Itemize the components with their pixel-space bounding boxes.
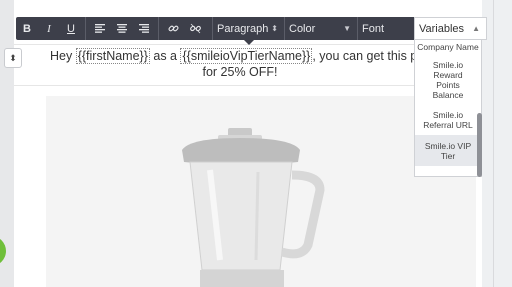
paragraph-select[interactable]: Paragraph ⬍ — [212, 17, 284, 40]
first-name-variable[interactable]: {{firstName}} — [75, 48, 150, 64]
align-right-icon — [139, 24, 149, 33]
bold-button[interactable]: B — [16, 17, 38, 40]
toolbar-divider — [85, 17, 86, 40]
vip-tier-variable[interactable]: {{smileioVipTierName}} — [180, 48, 313, 64]
paragraph-label: Paragraph — [217, 22, 269, 35]
drag-handle-icon[interactable]: ⬍ — [4, 48, 22, 68]
font-label: Font — [362, 22, 385, 35]
variables-scrollbar[interactable] — [477, 113, 482, 177]
chevron-down-icon: ▼ — [343, 24, 351, 33]
toolbar-divider — [158, 17, 159, 40]
align-center-icon — [117, 24, 127, 33]
toolbar-pointer — [244, 40, 254, 45]
text-line-2[interactable]: for 25% OFF! — [50, 65, 430, 79]
align-center-button[interactable] — [111, 17, 133, 40]
align-left-icon — [95, 24, 105, 33]
variables-label: Variables — [419, 22, 465, 35]
unlink-button[interactable] — [184, 17, 206, 40]
greeting-text: Hey — [50, 49, 76, 63]
text-line-1[interactable]: Hey {{firstName}} as a {{smileioVipTierN… — [50, 48, 452, 64]
color-label: Color — [289, 22, 316, 35]
text-as-a: as a — [149, 49, 181, 63]
italic-icon: I — [47, 22, 51, 35]
variable-option-company-name[interactable]: Company Name — [415, 40, 481, 55]
link-icon — [167, 25, 179, 32]
italic-button[interactable]: I — [38, 17, 60, 40]
link-button[interactable] — [162, 17, 184, 40]
underline-button[interactable]: U — [60, 17, 82, 40]
unlink-icon — [189, 23, 201, 34]
variables-menu: Company Name Smile.io Reward Points Bala… — [414, 40, 482, 177]
color-select[interactable]: Color ▼ — [284, 17, 357, 40]
updown-caret-icon: ⬍ — [271, 24, 278, 33]
variables-select[interactable]: Variables ▲ — [414, 17, 487, 40]
bold-icon: B — [23, 22, 31, 35]
align-right-button[interactable] — [133, 17, 155, 40]
underline-icon: U — [67, 22, 75, 35]
blender-image — [182, 128, 325, 287]
variable-option-vip-tier[interactable]: Smile.io VIP Tier — [415, 135, 481, 166]
chevron-up-icon: ▲ — [472, 24, 480, 33]
variable-option-referral-url[interactable]: Smile.io Referral URL — [415, 105, 481, 135]
right-gutter — [482, 0, 512, 287]
right-divider — [493, 0, 494, 287]
variable-option-reward-points[interactable]: Smile.io Reward Points Balance — [415, 55, 481, 105]
align-left-button[interactable] — [89, 17, 111, 40]
